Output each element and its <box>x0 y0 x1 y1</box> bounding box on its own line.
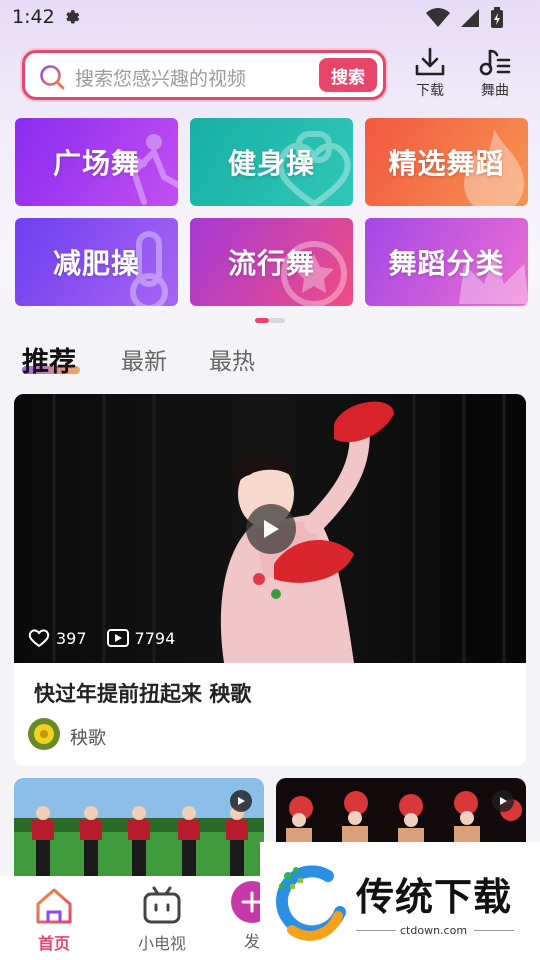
play-icon-small <box>230 790 252 812</box>
category-fitness[interactable]: 健身操 <box>190 118 353 206</box>
video-card-small[interactable] <box>14 778 264 888</box>
featured-video-card[interactable]: 397 7794 快过年提前扭起来 秧歌 秧歌 <box>14 394 526 766</box>
status-time: 1:42 <box>12 6 55 28</box>
watermark-logo-icon <box>275 865 346 941</box>
tab-latest[interactable]: 最新 <box>121 342 167 376</box>
category-featured-dance[interactable]: 精选舞蹈 <box>365 118 528 206</box>
author-avatar[interactable] <box>28 718 60 750</box>
search-icon <box>40 65 65 90</box>
nav-home-label: 首页 <box>37 934 70 953</box>
home-icon <box>36 888 72 924</box>
play-button[interactable] <box>246 504 296 554</box>
nav-tv-label: 小电视 <box>137 934 186 953</box>
wifi-icon <box>426 8 450 27</box>
download-button[interactable]: 下载 <box>408 46 452 104</box>
category-label: 广场舞 <box>52 147 140 180</box>
category-label: 舞蹈分类 <box>388 247 505 280</box>
watermark-url: ctdown.com <box>400 924 468 937</box>
watermark: 传统下载 ctdown.com <box>260 842 540 960</box>
category-pop-dance[interactable]: 流行舞 <box>190 218 353 306</box>
status-bar: 1:42 <box>0 0 540 36</box>
watermark-brand: 传统下载 <box>356 875 513 919</box>
play-count-icon <box>106 629 129 647</box>
search-button[interactable]: 搜索 <box>319 58 377 92</box>
category-weight-loss[interactable]: 减肥操 <box>15 218 178 306</box>
watermark-line-right <box>474 930 514 931</box>
video-thumbnail[interactable]: 397 7794 <box>14 394 526 663</box>
video-stats: 397 7794 <box>28 628 175 648</box>
battery-charging-icon <box>491 7 503 28</box>
category-label: 健身操 <box>227 147 315 180</box>
nav-home[interactable]: 首页 <box>14 886 94 954</box>
flower-avatar-image <box>28 718 60 750</box>
play-icon <box>264 520 279 538</box>
pager-dot <box>269 318 285 323</box>
download-icon <box>415 47 445 76</box>
watermark-line-left <box>356 930 396 931</box>
category-label: 流行舞 <box>227 247 315 280</box>
settings-gear-icon <box>66 10 80 24</box>
signal-icon <box>461 9 479 27</box>
music-list-icon <box>479 49 511 76</box>
heart-icon <box>28 629 50 648</box>
search-input[interactable]: 搜索您感兴趣的视频 <box>75 64 246 91</box>
video-title[interactable]: 快过年提前扭起来 秧歌 <box>34 678 251 708</box>
category-label: 减肥操 <box>52 247 140 280</box>
category-label: 精选舞蹈 <box>388 147 505 180</box>
author-name[interactable]: 秧歌 <box>70 724 106 750</box>
pager-dot-active <box>255 318 269 323</box>
music-label: 舞曲 <box>481 83 509 99</box>
category-square-dance[interactable]: 广场舞 <box>15 118 178 206</box>
like-count: 397 <box>56 628 87 648</box>
category-pager <box>255 318 285 323</box>
tab-hottest[interactable]: 最热 <box>209 342 255 376</box>
category-dance-types[interactable]: 舞蹈分类 <box>365 218 528 306</box>
tv-icon <box>143 886 181 924</box>
play-icon-small <box>492 790 514 812</box>
download-label: 下载 <box>416 83 444 99</box>
nav-tv[interactable]: 小电视 <box>122 886 202 954</box>
outdoor-dancers-image <box>14 778 264 888</box>
music-button[interactable]: 舞曲 <box>473 46 517 104</box>
search-bar[interactable]: 搜索您感兴趣的视频 搜索 <box>22 50 386 100</box>
play-count: 7794 <box>134 628 176 648</box>
tab-recommended[interactable]: 推荐 <box>22 340 76 379</box>
status-indicators <box>426 7 504 29</box>
